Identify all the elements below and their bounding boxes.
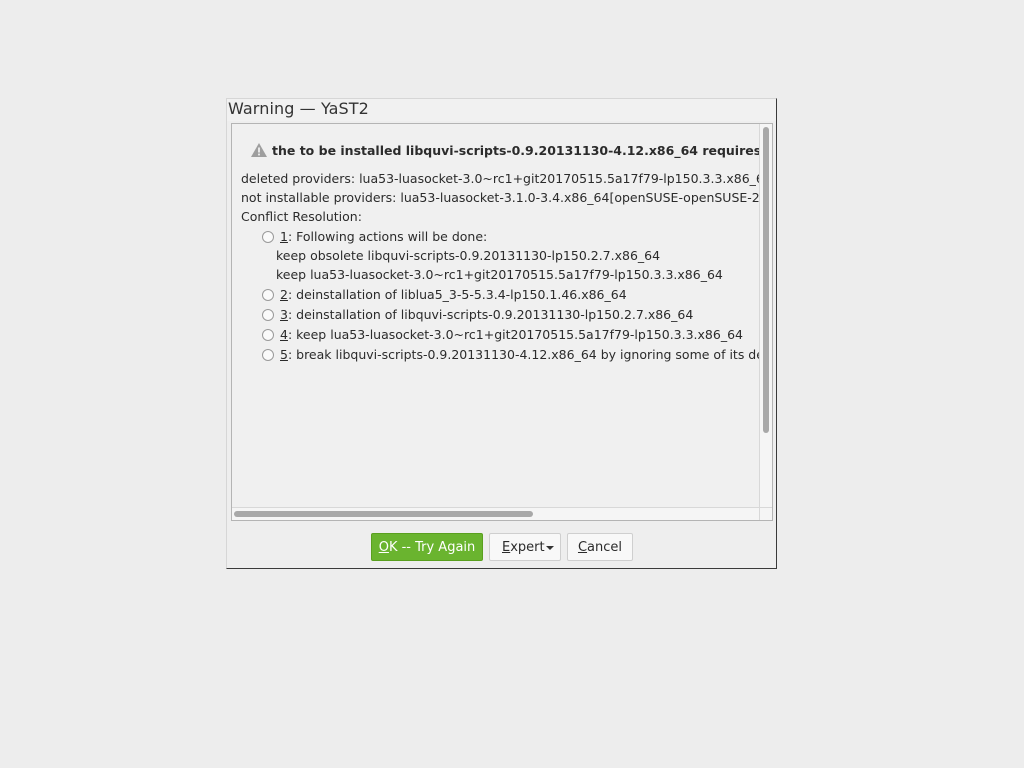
cancel-mnemonic: C [577,540,588,555]
radio-button[interactable] [262,309,274,321]
ok-label: K -- Try Again [388,540,476,555]
window-title: Warning — YaST2 [228,99,369,118]
radio-button[interactable] [262,231,274,243]
option-label: : keep lua53-luasocket-3.0~rc1+git201705… [287,327,743,342]
horizontal-scrollbar-thumb[interactable] [234,511,533,517]
not-installable-providers-text: not installable providers: lua53-luasock… [241,190,759,205]
resolution-option-5[interactable]: 5: break libquvi-scripts-0.9.20131130-4.… [262,347,759,362]
ok-try-again-button[interactable]: OK -- Try Again [371,533,483,561]
conflict-resolution-heading: Conflict Resolution: [241,209,362,224]
vertical-scrollbar-thumb[interactable] [763,127,769,433]
option-label: : deinstallation of libquvi-scripts-0.9.… [287,307,694,322]
resolution-option-1[interactable]: 1: Following actions will be done: [262,229,487,244]
warning-triangle-icon [251,143,267,157]
option-label: : Following actions will be done: [287,229,488,244]
option-key: 3 [280,307,288,322]
cancel-label: ancel [587,540,623,555]
option-label: : deinstallation of liblua5_3-5-5.3.4-lp… [287,287,627,302]
vertical-scrollbar[interactable] [759,124,772,507]
option-key: 1 [280,229,288,244]
option-1-detail: keep lua53-luasocket-3.0~rc1+git20170515… [276,267,723,282]
button-bar: OK -- Try Again Expert Cancel [227,533,776,563]
expert-mnemonic: E [502,540,511,555]
scrollbar-corner [759,507,772,520]
radio-button[interactable] [262,349,274,361]
deleted-providers-text: deleted providers: lua53-luasocket-3.0~r… [241,171,759,186]
option-key: 4 [280,327,288,342]
conflict-details-viewport: the to be installed libquvi-scripts-0.9.… [232,124,759,507]
cancel-button[interactable]: Cancel [567,533,633,561]
warning-dialog: Warning — YaST2 the to be installed libq… [226,98,777,569]
option-key: 2 [280,287,288,302]
radio-button[interactable] [262,289,274,301]
headline-text: the to be installed libquvi-scripts-0.9.… [272,143,759,158]
conflict-headline: the to be installed libquvi-scripts-0.9.… [250,142,759,158]
chevron-down-icon [546,546,554,550]
conflict-details-panel: the to be installed libquvi-scripts-0.9.… [231,123,773,521]
expert-label: xpert [510,540,545,555]
resolution-option-3[interactable]: 3: deinstallation of libquvi-scripts-0.9… [262,307,693,322]
option-1-detail: keep obsolete libquvi-scripts-0.9.201311… [276,248,661,263]
ok-mnemonic: O [378,540,389,555]
title-bar[interactable]: Warning — YaST2 [227,99,776,121]
option-label: : break libquvi-scripts-0.9.20131130-4.1… [287,347,759,362]
option-key: 5 [280,347,288,362]
horizontal-scrollbar[interactable] [232,507,759,520]
radio-button[interactable] [262,329,274,341]
expert-menu-button[interactable]: Expert [489,533,561,561]
resolution-option-4[interactable]: 4: keep lua53-luasocket-3.0~rc1+git20170… [262,327,743,342]
resolution-option-2[interactable]: 2: deinstallation of liblua5_3-5-5.3.4-l… [262,287,627,302]
